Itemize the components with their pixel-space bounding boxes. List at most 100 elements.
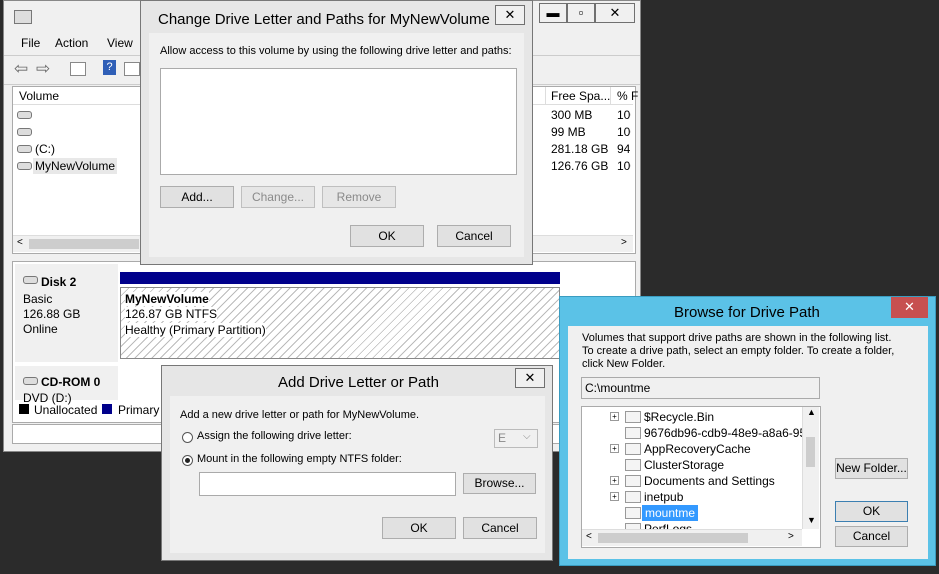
folder-icon [625,507,641,519]
tree-item[interactable]: + AppRecoveryCache [610,441,810,457]
change-button[interactable]: Change... [241,186,315,208]
browse-drive-path-dialog: Browse for Drive Path ✕ Volumes that sup… [559,296,936,566]
disk2-type: Basic [23,292,53,306]
instructions-line2: To create a drive path, select an empty … [582,345,895,357]
cancel-button[interactable]: Cancel [835,526,908,547]
remove-button[interactable]: Remove [322,186,396,208]
legend-primary: Primary [118,403,160,417]
assign-letter-label[interactable]: Assign the following drive letter: [197,430,352,442]
partition-block[interactable]: MyNewVolume 126.87 GB NTFS Healthy (Prim… [120,287,560,359]
scroll-thumb[interactable] [29,239,139,249]
properties-icon[interactable] [124,62,140,76]
cdrom-panel[interactable]: CD-ROM 0 DVD (D:) [15,366,118,405]
add-button[interactable]: Add... [160,186,234,208]
tree-item[interactable]: + Documents and Settings [610,473,810,489]
scroll-left-icon[interactable]: < [17,237,23,248]
close-button[interactable]: ✕ [515,368,545,388]
forward-icon[interactable]: ⇨ [36,59,50,79]
mount-folder-radio[interactable] [182,455,193,466]
menu-file[interactable]: File [21,36,40,50]
drive-letter-value: E [498,431,507,445]
tree-item-label: inetpub [644,490,684,504]
change-drive-letter-dialog: Change Drive Letter and Paths for MyNewV… [140,0,533,265]
disk2-panel[interactable]: Disk 2 Basic 126.88 GB Online [15,264,118,362]
console-tree-icon[interactable] [70,62,86,76]
paths-listbox[interactable] [160,68,517,175]
instructions-text: Allow access to this volume by using the… [160,45,512,57]
folder-tree[interactable]: + $Recycle.Bin 9676db96-cdb9-48e9-a8a6-9… [581,406,821,548]
partition-header-bar [120,272,560,284]
minimize-button[interactable]: ▬ [539,3,567,23]
free-space: 99 MB [551,125,586,139]
path-display: C:\mountme [581,377,820,399]
instructions-text: Add a new drive letter or path for MyNew… [180,409,420,421]
folder-icon [625,427,641,439]
scroll-right-icon[interactable]: > [788,531,794,542]
menu-action[interactable]: Action [55,36,88,50]
dialog-title: Browse for Drive Path [674,304,820,321]
tree-item[interactable]: 9676db96-cdb9-48e9-a8a6-95d5 [610,425,819,441]
tree-item[interactable]: + $Recycle.Bin [610,409,810,425]
partition-status: Healthy (Primary Partition) [125,323,266,337]
dialog-body: Volumes that support drive paths are sho… [568,326,928,559]
new-folder-button[interactable]: New Folder... [835,458,908,479]
tree-item-selected[interactable]: mountme [610,505,810,521]
drive-icon [17,111,32,119]
expand-icon[interactable]: + [610,444,619,453]
disk-icon [23,276,38,284]
dialog-title: Change Drive Letter and Paths for MyNewV… [158,11,490,28]
percent-free: 100 [617,159,631,173]
cancel-button[interactable]: Cancel [463,517,537,539]
tree-item-label: 9676db96-cdb9-48e9-a8a6-95d5 [644,426,820,440]
ok-button[interactable]: OK [835,501,908,522]
folder-icon [625,459,641,471]
cancel-button[interactable]: Cancel [437,225,511,247]
close-button[interactable]: ✕ [891,297,928,318]
scroll-thumb[interactable] [806,437,815,467]
column-percent-free[interactable]: % F [617,89,638,103]
percent-free: 94 [617,142,631,156]
folder-path-input[interactable] [199,472,456,496]
menu-view[interactable]: View [107,36,133,50]
expand-icon[interactable]: + [610,492,619,501]
close-button[interactable]: ✕ [595,3,635,23]
ok-button[interactable]: OK [382,517,456,539]
maximize-button[interactable]: ▫ [567,3,595,23]
close-button[interactable]: ✕ [495,5,525,25]
legend-unallocated: Unallocated [34,403,98,417]
tree-item[interactable]: + inetpub [610,489,810,505]
dialog-body: Add a new drive letter or path for MyNew… [170,396,545,553]
scroll-left-icon[interactable]: < [586,531,592,542]
expand-icon[interactable]: + [610,412,619,421]
expand-icon[interactable]: + [610,476,619,485]
mount-folder-label[interactable]: Mount in the following empty NTFS folder… [197,453,402,465]
drive-letter-select[interactable]: E ⌵ [494,429,538,448]
horizontal-scrollbar[interactable]: < > [582,529,802,546]
scroll-thumb[interactable] [598,533,748,543]
vertical-scrollbar[interactable]: ▲ ▼ [802,407,819,529]
instructions-line3: click New Folder. [582,358,666,370]
scroll-up-icon[interactable]: ▲ [807,407,816,417]
ok-button[interactable]: OK [350,225,424,247]
tree-item[interactable]: ClusterStorage [610,457,810,473]
path-value: C:\mountme [585,381,651,395]
scroll-right-icon[interactable]: > [621,237,627,248]
browse-button[interactable]: Browse... [463,473,536,494]
folder-icon [625,475,641,487]
column-volume[interactable]: Volume [19,89,59,103]
percent-free: 100 [617,125,631,139]
free-space: 281.18 GB [551,142,609,156]
dialog-title: Add Drive Letter or Path [278,374,439,391]
free-space: 126.76 GB [551,159,609,173]
disk2-size: 126.88 GB [23,307,81,321]
instructions-line1: Volumes that support drive paths are sho… [582,332,892,344]
back-icon[interactable]: ⇦ [14,59,28,79]
column-free-space[interactable]: Free Spa... [551,89,610,103]
assign-letter-radio[interactable] [182,432,193,443]
tree-item-label: $Recycle.Bin [644,410,715,424]
free-space: 300 MB [551,108,593,122]
scroll-down-icon[interactable]: ▼ [807,515,816,525]
percent-free: 100 [617,108,631,122]
drive-icon [17,145,32,153]
help-icon[interactable]: ? [103,60,116,75]
